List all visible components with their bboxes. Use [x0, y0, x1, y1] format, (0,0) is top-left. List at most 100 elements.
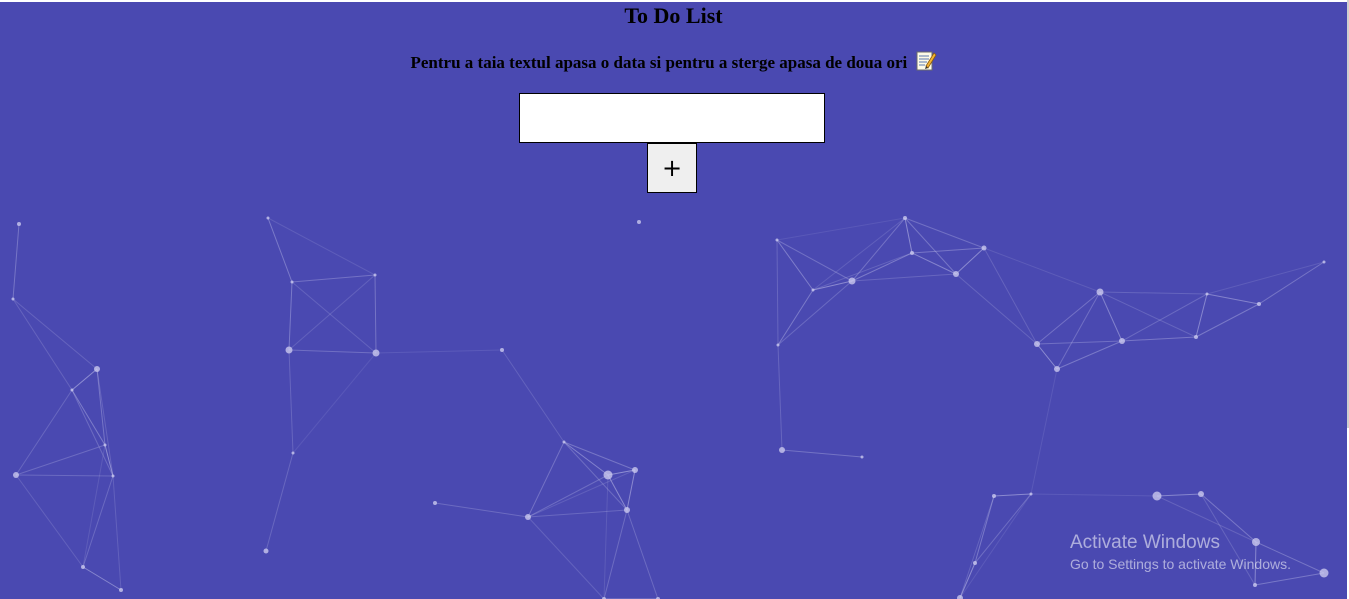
particle-link — [82, 475, 114, 568]
instructions-label: Pentru a taia textul apasa o data si pen… — [410, 53, 908, 72]
particle-dot — [1322, 260, 1326, 264]
particle-dot — [525, 514, 531, 520]
particle-link — [1156, 493, 1202, 497]
particle-link — [1036, 291, 1101, 345]
particle-link — [288, 349, 377, 354]
particle-dot — [779, 447, 785, 453]
particle-dot — [433, 501, 437, 505]
particle-link — [1206, 261, 1325, 295]
particle-dot — [811, 288, 815, 292]
particle-dot — [1096, 288, 1104, 296]
particle-dot — [910, 251, 914, 255]
particle-dot — [263, 548, 269, 554]
particle-link — [288, 274, 376, 351]
particle-dot — [848, 277, 856, 285]
particle-link — [1030, 493, 1158, 497]
particle-link — [777, 280, 853, 346]
todo-input[interactable] — [519, 93, 825, 143]
particle-link — [527, 474, 609, 518]
instructions-text: Pentru a taia textul apasa o data si pen… — [0, 50, 1347, 77]
particle-link — [12, 298, 98, 370]
particle-link — [904, 217, 913, 254]
particle-dot — [981, 245, 987, 251]
particle-dot — [1054, 366, 1060, 372]
particle-dot — [973, 561, 977, 565]
particle-dot — [119, 588, 123, 592]
particle-link — [82, 444, 106, 568]
particle-dot — [1198, 491, 1204, 497]
particle-link — [12, 298, 73, 391]
particle-dot — [860, 455, 864, 459]
particle-link — [1195, 293, 1208, 338]
particle-dot — [290, 280, 294, 284]
particle-link — [15, 474, 114, 477]
particle-link — [1206, 293, 1260, 305]
particle-link — [777, 344, 783, 451]
particle-dot — [266, 216, 270, 220]
particle-dot — [70, 388, 74, 392]
particle-link — [527, 441, 565, 518]
particle-dot — [111, 474, 115, 478]
particle-link — [15, 444, 106, 476]
particle-dot — [291, 451, 295, 455]
particle-link — [434, 502, 529, 518]
particle-link — [563, 441, 636, 471]
particle-link — [812, 217, 906, 291]
particle-link — [1036, 340, 1123, 345]
particle-link — [15, 389, 73, 476]
particle-link — [288, 349, 294, 454]
particle-link — [626, 509, 659, 599]
particle-dot — [285, 346, 293, 354]
particle-dot — [11, 297, 15, 301]
particle-link — [955, 273, 1038, 345]
particle-link — [911, 252, 957, 275]
particle-link — [781, 449, 863, 458]
particle-dot — [776, 343, 780, 347]
particle-dot — [500, 348, 504, 352]
particle-link — [501, 349, 565, 443]
particle-dot — [632, 467, 638, 473]
particle-link — [1056, 291, 1101, 370]
particle-link — [1121, 336, 1197, 342]
particle-link — [983, 247, 1101, 293]
particle-link — [563, 441, 609, 476]
particle-dot — [637, 220, 641, 224]
particle-link — [1036, 343, 1058, 370]
particle-link — [851, 252, 913, 282]
particle-link — [12, 223, 20, 300]
particle-dot — [81, 565, 85, 569]
particle-link — [374, 274, 377, 354]
particle-dot — [1253, 583, 1257, 587]
particle-link — [959, 562, 976, 599]
particle-link — [777, 289, 814, 346]
particle-link — [959, 493, 1032, 599]
add-task-button[interactable]: + — [647, 143, 697, 193]
particle-dot — [1029, 492, 1033, 496]
particle-dot — [953, 271, 959, 277]
particle-dot — [103, 443, 107, 447]
particle-link — [603, 474, 609, 599]
particle-dot — [903, 216, 907, 220]
particle-link — [267, 217, 376, 276]
particle-link — [291, 274, 376, 283]
particle-link — [1254, 572, 1325, 586]
particle-dot — [372, 349, 380, 357]
particle-dot — [17, 222, 21, 226]
particle-link — [1258, 261, 1325, 305]
particle-link — [288, 281, 293, 351]
particle-link — [955, 247, 985, 275]
particle-dot — [1205, 292, 1209, 296]
particle-link — [983, 247, 1038, 345]
watermark-title: Activate Windows — [1070, 532, 1220, 553]
page-background: To Do List Pentru a taia textul apasa o … — [0, 2, 1347, 599]
particle-dot — [373, 273, 377, 277]
particle-link — [904, 217, 957, 275]
particle-link — [851, 273, 957, 282]
watermark-subtitle: Go to Settings to activate Windows. — [1070, 556, 1291, 572]
particle-dot — [1319, 568, 1329, 578]
particle-dot — [562, 440, 566, 444]
particle-link — [1030, 368, 1058, 495]
particle-dot — [624, 507, 630, 513]
particle-link — [776, 217, 906, 241]
particle-dot — [992, 494, 996, 498]
